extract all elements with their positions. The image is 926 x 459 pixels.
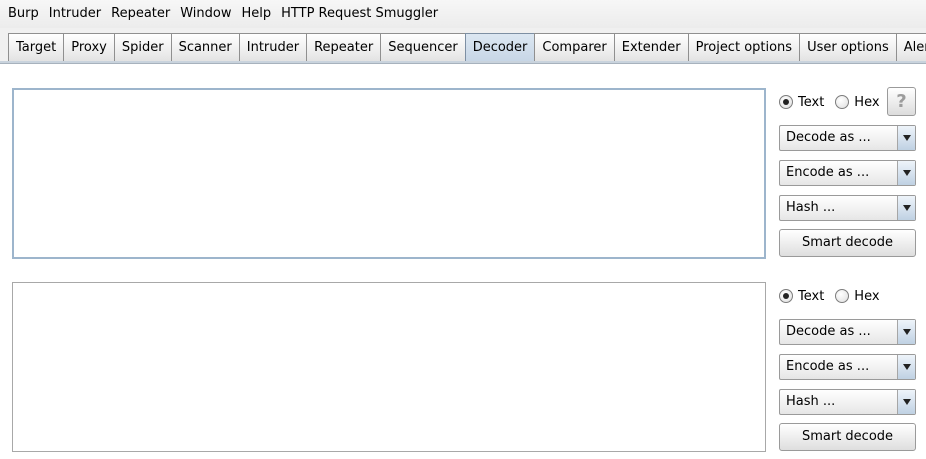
decoder-input-editor-1[interactable] xyxy=(12,88,766,259)
tab-alerts[interactable]: Alerts xyxy=(895,33,926,61)
encode-as-label-1: Encode as ... xyxy=(786,165,870,180)
menu-http-request-smuggler[interactable]: HTTP Request Smuggler xyxy=(276,0,443,28)
tab-user-options[interactable]: User options xyxy=(799,33,897,61)
radio-hex-1[interactable] xyxy=(835,95,850,109)
question-mark-icon: ? xyxy=(896,91,907,112)
tab-bar: Target Proxy Spider Scanner Intruder Rep… xyxy=(0,28,926,62)
burp-window: Burp Intruder Repeater Window Help HTTP … xyxy=(0,0,926,459)
hash-label-1: Hash ... xyxy=(786,200,836,215)
tab-proxy[interactable]: Proxy xyxy=(63,33,115,61)
tab-sequencer[interactable]: Sequencer xyxy=(380,33,466,61)
tab-spider[interactable]: Spider xyxy=(113,33,172,61)
decode-as-label-1: Decode as ... xyxy=(786,130,871,145)
hash-dropdown-1[interactable]: Hash ... xyxy=(779,195,916,221)
tab-intruder[interactable]: Intruder xyxy=(238,33,308,61)
chevron-down-icon xyxy=(897,320,915,344)
tab-repeater[interactable]: Repeater xyxy=(306,33,382,61)
menu-bar: Burp Intruder Repeater Window Help HTTP … xyxy=(0,0,926,28)
menu-window[interactable]: Window xyxy=(175,0,236,28)
encode-as-dropdown-1[interactable]: Encode as ... xyxy=(779,160,916,186)
decode-as-dropdown-2[interactable]: Decode as ... xyxy=(779,319,916,345)
tab-extender[interactable]: Extender xyxy=(613,33,689,61)
chevron-down-icon xyxy=(897,390,915,414)
tab-bar-separator xyxy=(0,61,926,64)
tab-project-options[interactable]: Project options xyxy=(687,33,801,61)
hash-label-2: Hash ... xyxy=(786,394,836,409)
tab-scanner[interactable]: Scanner xyxy=(170,33,240,61)
smart-decode-button-2[interactable]: Smart decode xyxy=(779,423,916,451)
format-radio-group-1: Text Hex xyxy=(779,93,891,111)
menu-intruder[interactable]: Intruder xyxy=(44,0,106,28)
chevron-down-icon xyxy=(897,161,915,185)
format-radio-group-2: Text Hex xyxy=(779,287,891,305)
smart-decode-button-1[interactable]: Smart decode xyxy=(779,229,916,257)
radio-text-label-1: Text xyxy=(798,94,825,110)
tab-decoder[interactable]: Decoder xyxy=(464,33,536,61)
encode-as-label-2: Encode as ... xyxy=(786,359,870,374)
chevron-down-icon xyxy=(897,196,915,220)
chevron-down-icon xyxy=(897,126,915,150)
chevron-down-icon xyxy=(897,355,915,379)
encode-as-dropdown-2[interactable]: Encode as ... xyxy=(779,354,916,380)
radio-hex-label-2: Hex xyxy=(854,288,880,304)
decode-as-label-2: Decode as ... xyxy=(786,324,871,339)
tab-comparer[interactable]: Comparer xyxy=(534,33,615,61)
radio-hex-2[interactable] xyxy=(835,289,850,303)
radio-text-2[interactable] xyxy=(779,289,793,303)
menu-burp[interactable]: Burp xyxy=(3,0,44,28)
radio-text-label-2: Text xyxy=(798,288,825,304)
radio-hex-label-1: Hex xyxy=(854,94,880,110)
hash-dropdown-2[interactable]: Hash ... xyxy=(779,389,916,415)
decoder-panel: Text Hex ? Decode as ... Encode as ... H… xyxy=(0,65,926,459)
menu-help[interactable]: Help xyxy=(237,0,277,28)
menu-repeater[interactable]: Repeater xyxy=(106,0,175,28)
help-button[interactable]: ? xyxy=(887,87,916,116)
radio-text-1[interactable] xyxy=(779,95,793,109)
decode-as-dropdown-1[interactable]: Decode as ... xyxy=(779,125,916,151)
tab-target[interactable]: Target xyxy=(8,33,65,61)
decoder-input-editor-2[interactable] xyxy=(12,282,766,452)
